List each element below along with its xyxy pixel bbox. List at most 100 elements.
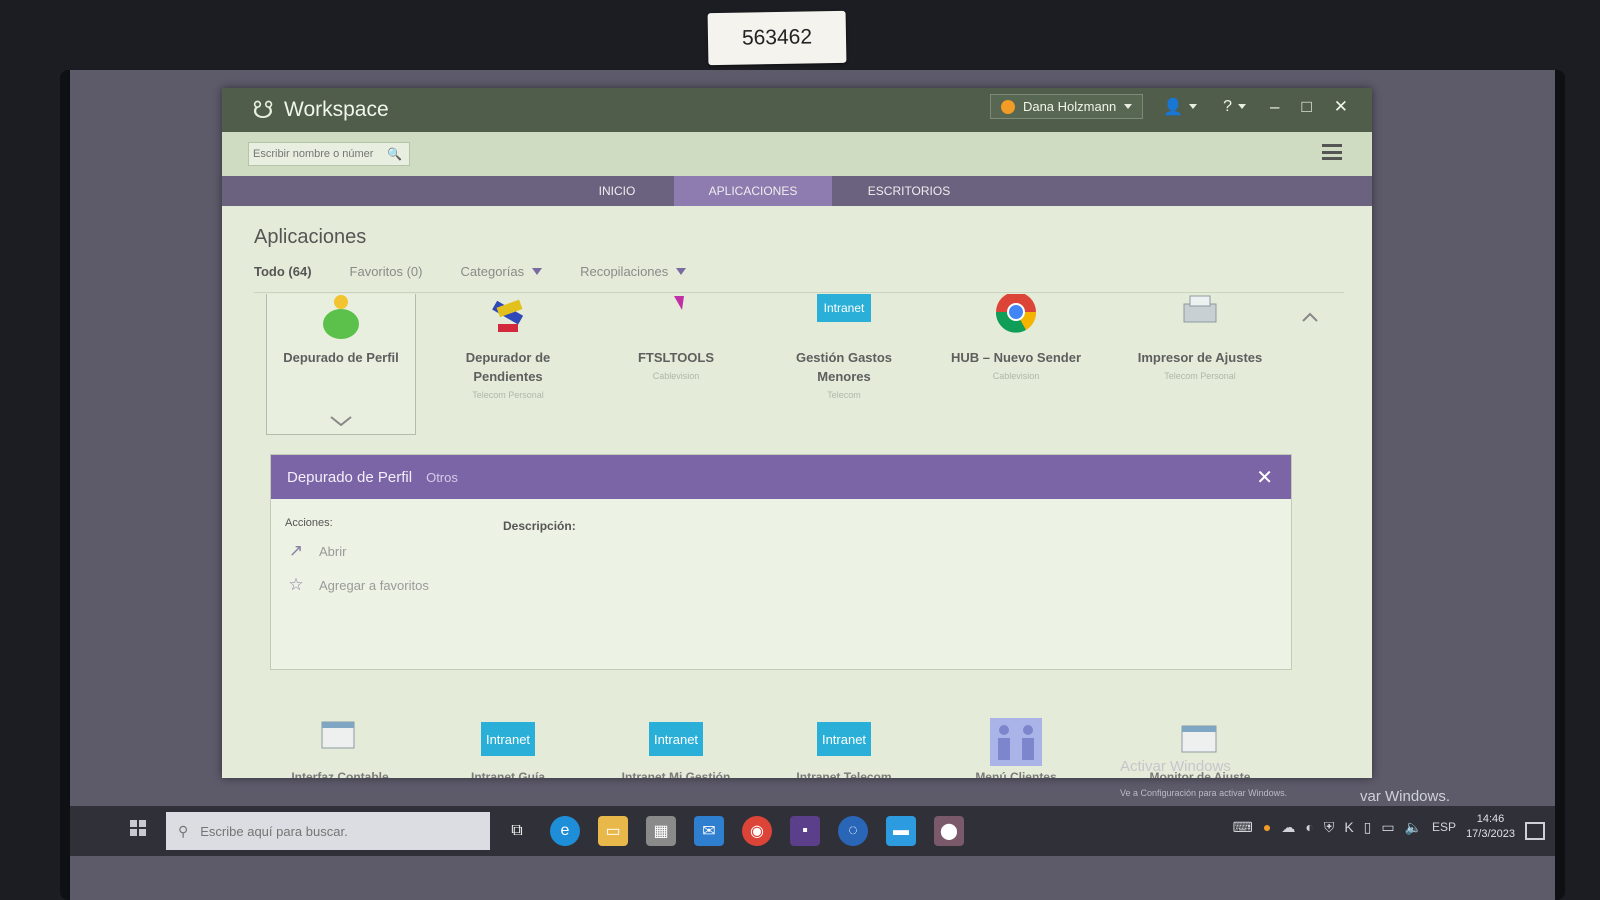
app-tray-icon[interactable]: K (1344, 819, 1353, 835)
scroll-up-icon[interactable] (1302, 312, 1318, 322)
app-tile[interactable]: Intranet Intranet Mi Gestión (602, 682, 750, 778)
maximize-button[interactable]: □ (1297, 97, 1315, 117)
notification-center-icon[interactable] (1525, 822, 1545, 840)
app-name: Impresor de Ajustes (1137, 350, 1263, 365)
open-action[interactable]: ↗ Abrir (287, 541, 347, 561)
search-icon[interactable]: 🔍 (387, 147, 402, 161)
folder-icon[interactable]: ▬ (886, 816, 916, 846)
detail-category: Otros (426, 469, 458, 485)
app-tile[interactable]: Impresor de Ajustes Telecom Personal (1126, 294, 1274, 434)
edge-icon[interactable]: e (550, 816, 580, 846)
chevron-down-icon (532, 268, 543, 275)
chevron-down-icon (1124, 104, 1133, 109)
search-input[interactable] (249, 147, 387, 161)
watermark-tail: var Windows. (1360, 788, 1451, 805)
cloud-icon[interactable]: ☁ (1281, 819, 1295, 836)
filter-collections[interactable]: Recopilaciones (580, 264, 687, 279)
intranet-icon: Intranet (817, 722, 871, 756)
app-tile[interactable]: Intranet Intranet Telecom (770, 682, 918, 778)
actions-label: Acciones: (285, 517, 333, 529)
chevron-down-icon[interactable] (330, 416, 352, 426)
chrome-icon[interactable]: ◉ (742, 816, 772, 846)
filter-all[interactable]: Todo (64) (254, 264, 312, 279)
app-tile[interactable]: Menú Clientes (942, 682, 1090, 778)
workspace-window: ☋ Workspace Dana Holzmann 👤 ? – □ ✕ Escr… (222, 88, 1372, 778)
chevron-down-icon (1189, 104, 1198, 109)
tab-aplicaciones[interactable]: APLICACIONES (674, 176, 832, 206)
app-name: Intranet Guía (470, 770, 545, 778)
accounting-interface-icon (321, 721, 355, 749)
filter-collections-label: Recopilaciones (580, 264, 669, 279)
windows-taskbar: ⚲ ⧉ e ▭ ▦ ✉ ◉ ▪ ◌ ▬ ⬤ ⌨ ● ☁ ◐ ⛨ K (70, 806, 1555, 856)
app-name: Gestión Gastos Menores (795, 350, 893, 384)
adjustment-monitor-icon (1181, 725, 1217, 753)
intranet-icon: Intranet (481, 722, 535, 756)
system-clock[interactable]: 14:46 17/3/2023 (1466, 812, 1515, 842)
app-icon[interactable]: ▪ (790, 816, 820, 846)
close-icon[interactable]: ✕ (1256, 465, 1273, 490)
detail-title: Depurado de Perfil (287, 468, 413, 486)
app-tile[interactable]: FTSLTOOLS Cablevision (602, 294, 750, 434)
star-icon: ☆ (288, 575, 304, 594)
user-status-icon (1000, 99, 1015, 114)
task-view-icon[interactable]: ⧉ (502, 816, 532, 846)
user-menu-button[interactable]: Dana Holzmann (989, 94, 1144, 119)
pending-debugger-icon (492, 299, 524, 332)
app-tile[interactable]: Intranet Intranet Guía (434, 682, 582, 778)
clock-app-icon[interactable]: ● (1263, 819, 1271, 835)
filter-favorites[interactable]: Favoritos (0) (350, 264, 423, 279)
clock-time: 14:46 (1476, 813, 1505, 825)
applications-panel: Aplicaciones Todo (64) Favoritos (0) Cat… (222, 206, 1372, 778)
app-tile[interactable]: Depurador de Pendientes Telecom Personal (434, 294, 582, 434)
file-explorer-icon[interactable]: ▭ (598, 816, 628, 846)
app-category: Telecom Personal (1164, 371, 1236, 381)
taskbar-search-input[interactable] (198, 822, 483, 840)
app-name: Menú Clientes (975, 770, 1057, 778)
minimize-button[interactable]: – (1266, 97, 1283, 117)
intranet-icon: Intranet (649, 722, 703, 756)
app-name: Depurado de Perfil (283, 350, 399, 365)
filter-bar: Todo (64) Favoritos (0) Categorías Recop… (254, 264, 687, 279)
close-window-button[interactable]: ✕ (1330, 97, 1352, 117)
app-name: Intranet Mi Gestión (621, 770, 731, 778)
mail-icon[interactable]: ✉ (694, 816, 724, 846)
app-name: FTSLTOOLS (637, 350, 715, 365)
citrix-tray-icon[interactable]: ◐ (1305, 819, 1313, 835)
app-tile[interactable]: HUB – Nuevo Sender Cablevision (942, 294, 1090, 434)
person-icon: 👤 (1163, 98, 1184, 116)
divider (254, 292, 1344, 293)
app-category: Telecom Personal (472, 390, 544, 400)
app-tile[interactable]: Depurado de Perfil (266, 294, 416, 435)
app-tile[interactable]: Intranet Gestión Gastos Menores Telecom (770, 294, 918, 434)
filter-categories[interactable]: Categorías (461, 264, 543, 279)
app-category: Telecom (827, 390, 861, 400)
user-name: Dana Holzmann (1022, 99, 1117, 114)
citrix-icon[interactable]: ◌ (838, 816, 868, 846)
app-tile[interactable]: Interfaz Contable (266, 682, 414, 778)
volume-icon[interactable]: 🔈 (1405, 819, 1422, 836)
hamburger-menu-icon[interactable] (1322, 144, 1342, 160)
title-bar[interactable]: ☋ Workspace Dana Holzmann 👤 ? – □ ✕ (222, 88, 1372, 132)
keyboard-icon[interactable]: ⌨ (1233, 819, 1253, 836)
profile-cleaner-icon (323, 295, 359, 339)
search-icon: ⚲ (178, 822, 189, 839)
shield-icon[interactable]: ⛨ (1324, 819, 1335, 836)
search-box[interactable]: 🔍 (248, 142, 410, 166)
tab-escritorios[interactable]: ESCRITORIOS (834, 176, 984, 206)
app-name: Interfaz Contable (291, 770, 389, 778)
network-icon[interactable]: ▭ (1381, 819, 1394, 836)
system-tray: ⌨ ● ☁ ◐ ⛨ K ▯ ▭ 🔈 ESP 14:46 17/3/2023 (1233, 812, 1515, 842)
windows-start-icon[interactable] (130, 820, 146, 836)
workspace-taskbar-icon[interactable]: ⬤ (934, 816, 964, 846)
app-category: Cablevision (992, 371, 1040, 381)
tab-inicio[interactable]: INICIO (562, 176, 672, 206)
store-icon[interactable]: ▦ (646, 816, 676, 846)
battery-icon[interactable]: ▯ (1364, 819, 1372, 836)
help-menu-button[interactable]: ? (1217, 96, 1252, 118)
printer-settings-icon (1183, 295, 1217, 323)
description-label: Descripción: (503, 519, 576, 533)
add-favorite-action[interactable]: ☆ Agregar a favoritos (287, 575, 428, 595)
language-indicator[interactable]: ESP (1432, 820, 1456, 834)
account-menu-button[interactable]: 👤 (1157, 95, 1203, 119)
taskbar-search[interactable]: ⚲ (166, 812, 490, 850)
